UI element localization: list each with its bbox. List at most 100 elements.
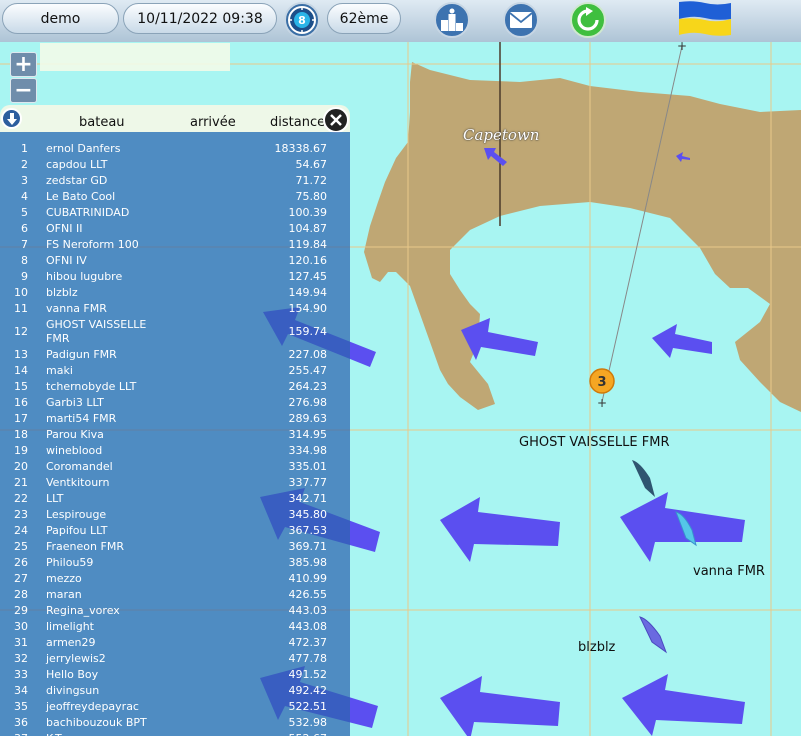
ranking-distance: 119.84 xyxy=(288,238,328,251)
refresh-button[interactable] xyxy=(570,2,606,38)
ranking-distance: 75.80 xyxy=(295,190,328,203)
ranking-position: 23 xyxy=(14,508,28,521)
ranking-row[interactable]: 31 armen29 472.37 xyxy=(0,636,350,652)
ranking-position: 14 xyxy=(14,364,28,377)
ranking-row[interactable]: 12 GHOST VAISSELLE FMR 159.74 xyxy=(0,318,350,346)
ranking-row[interactable]: 30 limelight 443.08 xyxy=(0,620,350,636)
ranking-row[interactable]: 1 ernol Danfers 18338.67 xyxy=(0,142,350,158)
ranking-position: 22 xyxy=(14,492,28,505)
column-distance[interactable]: distance xyxy=(270,115,325,130)
ranking-boat-name: jeoffreydepayrac xyxy=(46,700,139,713)
ranking-position: 6 xyxy=(21,222,28,235)
podium-button[interactable] xyxy=(434,2,470,38)
ranking-boat-name: capdou LLT xyxy=(46,158,108,171)
ranking-row[interactable]: 4 Le Bato Cool 75.80 xyxy=(0,190,350,206)
ranking-position: 26 xyxy=(14,556,28,569)
ranking-position: 8 xyxy=(21,254,28,267)
ranking-distance: 120.16 xyxy=(288,254,328,267)
ranking-row[interactable]: 21 Ventkitourn 337.77 xyxy=(0,476,350,492)
ranking-distance: 345.80 xyxy=(288,508,328,521)
rank-button[interactable]: 62ème xyxy=(327,3,401,34)
ranking-distance: 154.90 xyxy=(288,302,328,315)
ranking-distance: 477.78 xyxy=(288,652,328,665)
ranking-row[interactable]: 37 K-T... 552.67 xyxy=(0,732,350,736)
ukraine-flag-icon[interactable] xyxy=(677,0,733,38)
ranking-row[interactable]: 24 Papifou LLT 367.53 xyxy=(0,524,350,540)
ranking-header: bateau arrivée distance xyxy=(0,105,350,133)
datetime-button[interactable]: 10/11/2022 09:38 xyxy=(123,3,277,34)
ranking-row[interactable]: 16 Garbi3 LLT 276.98 xyxy=(0,396,350,412)
ranking-boat-name: Papifou LLT xyxy=(46,524,108,537)
ranking-position: 19 xyxy=(14,444,28,457)
ranking-boat-name: limelight xyxy=(46,620,94,633)
waypoint-number: 3 xyxy=(597,375,606,390)
column-arrival[interactable]: arrivée xyxy=(190,115,236,130)
ranking-position: 13 xyxy=(14,348,28,361)
ranking-row[interactable]: 20 Coromandel 335.01 xyxy=(0,460,350,476)
ranking-row[interactable]: 25 Fraeneon FMR 369.71 xyxy=(0,540,350,556)
zoom-in-button[interactable]: + xyxy=(10,52,37,77)
ranking-panel: bateau arrivée distance 1 ernol Danfers 18… xyxy=(0,105,350,736)
ranking-row[interactable]: 34 divingsun 492.42 xyxy=(0,684,350,700)
ranking-row[interactable]: 32 jerrylewis2 477.78 xyxy=(0,652,350,668)
ranking-boat-name: Le Bato Cool xyxy=(46,190,116,203)
ranking-row[interactable]: 5 CUBATRINIDAD 100.39 xyxy=(0,206,350,222)
ranking-row[interactable]: 29 Regina_vorex 443.03 xyxy=(0,604,350,620)
ranking-row[interactable]: 13 Padigun FMR 227.08 xyxy=(0,348,350,364)
ranking-row[interactable]: 35 jeoffreydepayrac 522.51 xyxy=(0,700,350,716)
sort-down-button[interactable] xyxy=(1,108,22,129)
ranking-distance: 552.67 xyxy=(250,732,328,736)
zoom-out-button[interactable]: − xyxy=(10,78,37,103)
user-label: demo xyxy=(40,10,81,27)
ranking-row[interactable]: 22 LLT 342.71 xyxy=(0,492,350,508)
ranking-position: 3 xyxy=(21,174,28,187)
ranking-position: 34 xyxy=(14,684,28,697)
mail-button[interactable] xyxy=(503,2,539,38)
ranking-distance: 71.72 xyxy=(295,174,328,187)
ranking-distance: 369.71 xyxy=(288,540,328,553)
ranking-boat-name: hibou lugubre xyxy=(46,270,123,283)
ranking-row[interactable]: 10 blzblz 149.94 xyxy=(0,286,350,302)
ranking-distance: 472.37 xyxy=(288,636,328,649)
ranking-row[interactable]: 6 OFNI II 104.87 xyxy=(0,222,350,238)
ranking-row[interactable]: 18 Parou Kiva 314.95 xyxy=(0,428,350,444)
ranking-boat-name: marti54 FMR xyxy=(46,412,117,425)
ranking-position: 29 xyxy=(14,604,28,617)
ranking-row[interactable]: 3 zedstar GD 71.72 xyxy=(0,174,350,190)
ranking-distance: 337.77 xyxy=(288,476,328,489)
ranking-row[interactable]: 28 maran 426.55 xyxy=(0,588,350,604)
ranking-row[interactable]: 14 maki 255.47 xyxy=(0,364,350,380)
ranking-row[interactable]: 17 marti54 FMR 289.63 xyxy=(0,412,350,428)
mail-icon xyxy=(509,12,533,28)
search-input[interactable] xyxy=(40,43,230,71)
ranking-boat-name: Fraeneon FMR xyxy=(46,540,124,553)
ranking-position: 20 xyxy=(14,460,28,473)
ranking-boat-name: armen29 xyxy=(46,636,96,649)
ranking-row[interactable]: 7 FS Neroform 100 119.84 xyxy=(0,238,350,254)
user-button[interactable]: demo xyxy=(2,3,119,34)
ranking-row[interactable]: 33 Hello Boy 491.52 xyxy=(0,668,350,684)
ranking-row[interactable]: 26 Philou59 385.98 xyxy=(0,556,350,572)
ranking-row[interactable]: 23 Lespirouge 345.80 xyxy=(0,508,350,524)
ranking-position: 7 xyxy=(21,238,28,251)
ranking-position: 36 xyxy=(14,716,28,729)
ranking-row[interactable]: 9 hibou lugubre 127.45 xyxy=(0,270,350,286)
close-button[interactable] xyxy=(323,107,349,133)
ranking-boat-name: divingsun xyxy=(46,684,100,697)
ranking-row[interactable]: 2 capdou LLT 54.67 xyxy=(0,158,350,174)
ranking-row[interactable]: 15 tchernobyde LLT 264.23 xyxy=(0,380,350,396)
clock-button[interactable]: 8 xyxy=(284,2,320,38)
ranking-position: 28 xyxy=(14,588,28,601)
ranking-distance: 443.03 xyxy=(288,604,328,617)
ranking-row[interactable]: 8 OFNI IV 120.16 xyxy=(0,254,350,270)
ranking-row[interactable]: 11 vanna FMR 154.90 xyxy=(0,302,350,318)
boat-label-ghost-vaisselle: GHOST VAISSELLE FMR xyxy=(519,435,670,450)
ranking-row[interactable]: 27 mezzo 410.99 xyxy=(0,572,350,588)
ranking-row[interactable]: 36 bachibouzouk BPT 532.98 xyxy=(0,716,350,732)
ranking-position: 25 xyxy=(14,540,28,553)
column-boat[interactable]: bateau xyxy=(79,115,125,130)
ranking-row[interactable]: 19 wineblood 334.98 xyxy=(0,444,350,460)
ranking-boat-name: GHOST VAISSELLE FMR xyxy=(46,318,147,345)
ranking-position: 9 xyxy=(21,270,28,283)
ranking-list[interactable]: 1 ernol Danfers 18338.67 2 capdou LLT 54.67 3 z… xyxy=(0,132,350,736)
